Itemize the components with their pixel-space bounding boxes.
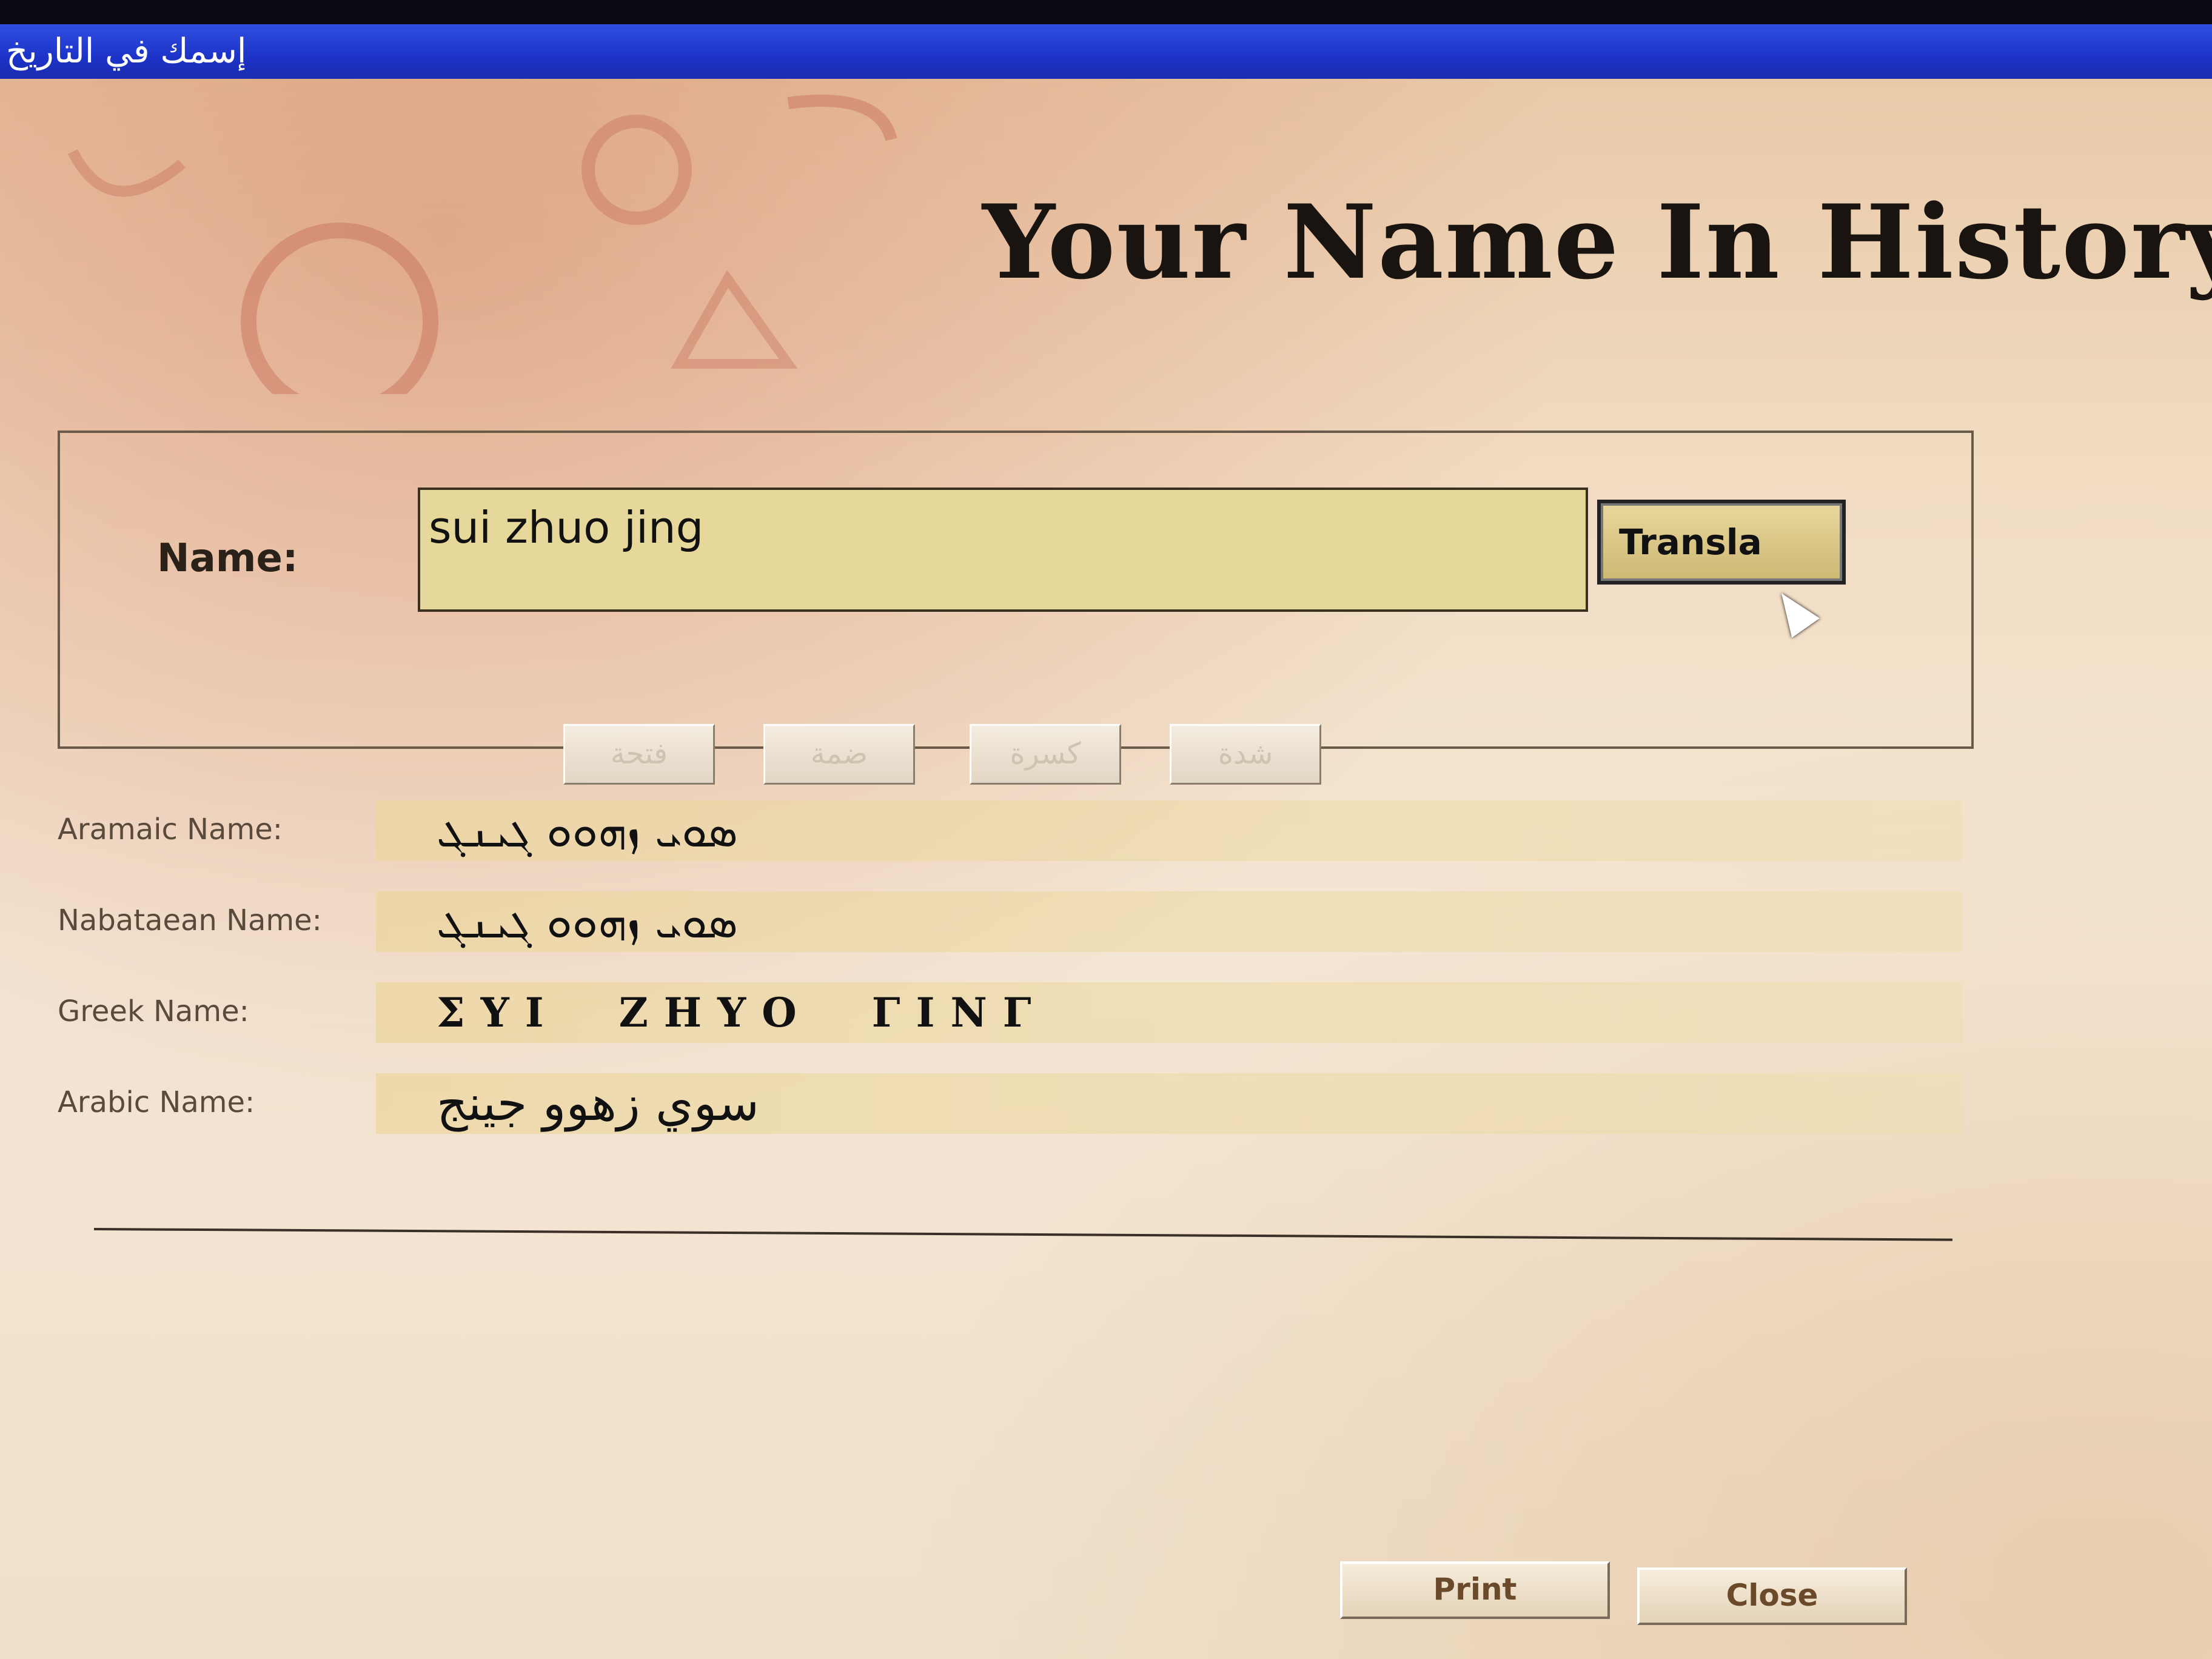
window-titlebar[interactable]: إسمك في التاريخ — [0, 24, 2212, 79]
nabataean-name-label: Nabataean Name: — [58, 903, 322, 937]
arabic-name-label: Arabic Name: — [58, 1085, 255, 1119]
kasra-button[interactable]: كسرة — [970, 724, 1121, 785]
greek-name-label: Greek Name: — [58, 994, 249, 1028]
shadda-button[interactable]: شدة — [1170, 724, 1321, 785]
results-divider — [93, 1228, 1952, 1241]
nabataean-name-value: ܣܘܝ ܙܗܘܘ ܓܝܢܓ — [376, 891, 1962, 952]
nabataean-name-row: Nabataean Name: ܣܘܝ ܙܗܘܘ ܓܝܢܓ — [58, 891, 1962, 952]
name-entry-panel: Name: sui zhuo jing Transla فتحة ضمة كسر… — [58, 431, 1974, 785]
arabic-name-row: Arabic Name: سوي زهوو جينج — [58, 1073, 1962, 1134]
greek-name-row: Greek Name: ΣΥΙ ΖΗΥΟ ΓΙΝΓ — [58, 982, 1962, 1043]
aramaic-name-label: Aramaic Name: — [58, 813, 283, 846]
aramaic-name-value: ܣܘܝ ܙܗܘܘ ܓܝܢܓ — [376, 800, 1962, 861]
app-title: Your Name In History — [982, 182, 2212, 302]
name-label: Name: — [157, 536, 298, 581]
translate-button[interactable]: Transla — [1597, 500, 1846, 585]
close-button[interactable]: Close — [1637, 1567, 1907, 1625]
arabic-name-value: سوي زهوو جينج — [376, 1073, 1962, 1134]
fatha-button[interactable]: فتحة — [563, 724, 715, 785]
window-title: إسمك في التاريخ — [6, 32, 247, 71]
background-glyphs — [0, 79, 910, 420]
app-canvas: Your Name In History Name: sui zhuo jing… — [0, 79, 2212, 1659]
greek-name-value: ΣΥΙ ΖΗΥΟ ΓΙΝΓ — [376, 982, 1962, 1043]
name-input[interactable]: sui zhuo jing — [418, 488, 1588, 612]
damma-button[interactable]: ضمة — [763, 724, 915, 785]
aramaic-name-row: Aramaic Name: ܣܘܝ ܙܗܘܘ ܓܝܢܓ — [58, 800, 1962, 861]
decorative-script-icon — [67, 95, 897, 420]
print-button[interactable]: Print — [1340, 1561, 1610, 1619]
